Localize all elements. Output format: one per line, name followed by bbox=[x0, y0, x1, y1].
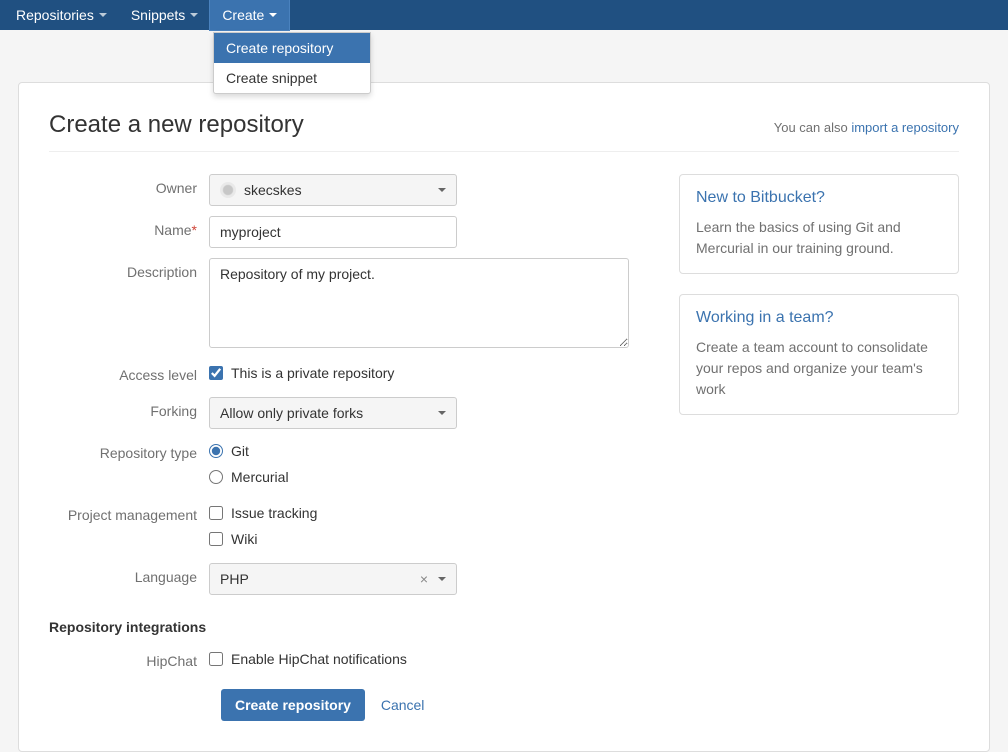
card-team-body: Create a team account to consolidate you… bbox=[696, 337, 942, 400]
access-label: Access level bbox=[49, 361, 209, 383]
issue-tracking-checkbox[interactable] bbox=[209, 506, 223, 520]
owner-label: Owner bbox=[49, 174, 209, 196]
private-label: This is a private repository bbox=[231, 365, 394, 381]
nav-snippets[interactable]: Snippets bbox=[119, 0, 210, 30]
nav-repositories[interactable]: Repositories bbox=[4, 0, 119, 30]
page-title: Create a new repository bbox=[49, 111, 304, 139]
private-checkbox[interactable] bbox=[209, 366, 223, 380]
chevron-down-icon bbox=[438, 188, 446, 192]
top-nav: Repositories Snippets Create bbox=[0, 0, 1008, 30]
mercurial-radio[interactable] bbox=[209, 470, 223, 484]
card-new-to-bitbucket: New to Bitbucket? Learn the basics of us… bbox=[679, 174, 959, 274]
nav-snippets-label: Snippets bbox=[131, 7, 185, 23]
card-team-title[interactable]: Working in a team? bbox=[696, 309, 942, 327]
create-repository-button[interactable]: Create repository bbox=[221, 689, 365, 721]
hipchat-enable-label: Enable HipChat notifications bbox=[231, 651, 407, 667]
owner-value: skecskes bbox=[244, 182, 302, 198]
forking-label: Forking bbox=[49, 397, 209, 419]
dropdown-create-repository[interactable]: Create repository bbox=[214, 33, 370, 63]
wiki-checkbox[interactable] bbox=[209, 532, 223, 546]
integrations-heading: Repository integrations bbox=[49, 619, 639, 635]
create-dropdown: Create repository Create snippet bbox=[213, 32, 371, 94]
name-label: Name* bbox=[49, 216, 209, 238]
git-label: Git bbox=[231, 443, 249, 459]
language-value: PHP bbox=[220, 571, 414, 587]
chevron-down-icon bbox=[269, 13, 277, 17]
owner-select[interactable]: skecskes bbox=[209, 174, 457, 206]
nav-create[interactable]: Create bbox=[210, 0, 289, 30]
language-select[interactable]: PHP × bbox=[209, 563, 457, 595]
language-label: Language bbox=[49, 563, 209, 585]
issue-tracking-label: Issue tracking bbox=[231, 505, 317, 521]
import-repository-link[interactable]: import a repository bbox=[851, 120, 959, 135]
card-team: Working in a team? Create a team account… bbox=[679, 294, 959, 415]
chevron-down-icon bbox=[190, 13, 198, 17]
chevron-down-icon bbox=[438, 577, 446, 581]
import-text: You can also import a repository bbox=[774, 120, 959, 135]
forking-select[interactable]: Allow only private forks bbox=[209, 397, 457, 429]
chevron-down-icon bbox=[438, 411, 446, 415]
wiki-label: Wiki bbox=[231, 531, 257, 547]
dropdown-create-snippet[interactable]: Create snippet bbox=[214, 63, 370, 93]
git-radio[interactable] bbox=[209, 444, 223, 458]
cancel-button[interactable]: Cancel bbox=[381, 697, 425, 713]
main-panel: Create a new repository You can also imp… bbox=[18, 82, 990, 752]
card-new-body: Learn the basics of using Git and Mercur… bbox=[696, 217, 942, 259]
forking-value: Allow only private forks bbox=[220, 405, 363, 421]
pm-label: Project management bbox=[49, 501, 209, 523]
import-prefix: You can also bbox=[774, 120, 852, 135]
nav-repositories-label: Repositories bbox=[16, 7, 94, 23]
chevron-down-icon bbox=[99, 13, 107, 17]
clear-icon[interactable]: × bbox=[414, 571, 434, 587]
hipchat-checkbox[interactable] bbox=[209, 652, 223, 666]
repo-type-label: Repository type bbox=[49, 439, 209, 461]
form: Owner skecskes Name* bbox=[49, 174, 639, 721]
mercurial-label: Mercurial bbox=[231, 469, 289, 485]
description-label: Description bbox=[49, 258, 209, 280]
name-input[interactable] bbox=[209, 216, 457, 248]
nav-create-label: Create bbox=[222, 7, 264, 23]
hipchat-label: HipChat bbox=[49, 647, 209, 669]
sidebar: New to Bitbucket? Learn the basics of us… bbox=[679, 174, 959, 721]
user-icon bbox=[220, 182, 236, 198]
description-textarea[interactable]: Repository of my project. bbox=[209, 258, 629, 348]
card-new-title[interactable]: New to Bitbucket? bbox=[696, 189, 942, 207]
panel-header: Create a new repository You can also imp… bbox=[49, 111, 959, 152]
